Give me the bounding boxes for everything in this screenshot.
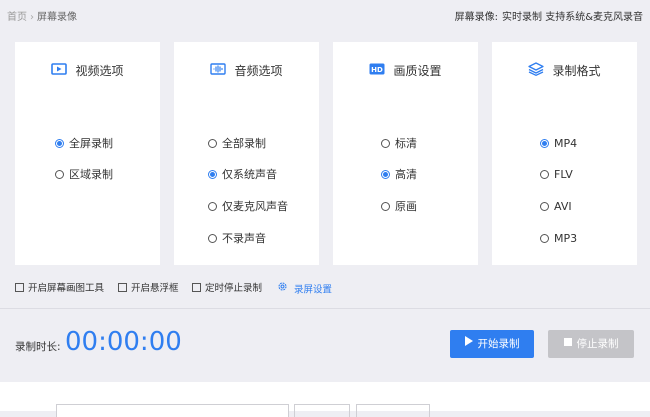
radio-button[interactable] [208,169,217,179]
feature-info-prefix: 屏幕录像: [454,12,499,23]
quality-settings-card: HD 画质设置 标清 高清 原画 [333,42,478,265]
audio-icon [210,63,227,78]
radio-label: 仅系统声音 [222,168,277,181]
start-record-label: 开始录制 [477,338,520,350]
card-header: HD 画质设置 [333,62,478,78]
bottom-panel [0,382,650,417]
checkbox-floating-window[interactable]: 开启悬浮框 [118,282,179,296]
radio-button[interactable] [540,233,549,243]
radio-option[interactable]: 全屏录制 [55,137,113,151]
radio-label: MP3 [554,232,578,245]
checkbox[interactable] [118,283,127,292]
radio-button[interactable] [540,201,549,211]
stop-record-label: 停止录制 [576,338,619,350]
record-settings-link[interactable]: 录屏设置 [277,282,332,298]
radio-label: 原画 [395,200,417,213]
card-title: 录制格式 [552,64,601,78]
radio-label: 仅麦克风声音 [222,200,288,213]
radio-option[interactable]: 全部录制 [208,137,266,151]
radio-label: 全部录制 [222,137,266,150]
audio-options-card: 音频选项 全部录制 仅系统声音 仅麦克风声音 不录声音 [174,42,319,265]
radio-option[interactable]: FLV [540,168,573,182]
radio-option[interactable]: 仅系统声音 [208,168,277,182]
svg-text:HD: HD [372,66,384,74]
checkbox-timed-stop[interactable]: 定时停止录制 [192,282,262,296]
breadcrumb-separator: › [30,12,34,23]
radio-label: 全屏录制 [69,137,113,150]
duration-value: 00:00:00 [65,327,182,357]
radio-button[interactable] [208,233,217,243]
card-title: 视频选项 [75,64,124,78]
radio-label: 高清 [395,168,417,181]
checkbox-label: 开启悬浮框 [131,283,179,294]
radio-button[interactable] [381,201,390,211]
duration-label: 录制时长: [15,341,61,353]
layers-icon [528,62,545,79]
radio-option[interactable]: 不录声音 [208,232,266,246]
options-row: 开启屏幕画图工具 开启悬浮框 定时停止录制 录屏设置 [15,282,645,296]
breadcrumb-current: 屏幕录像 [37,12,77,23]
radio-option[interactable]: AVI [540,200,572,214]
radio-option[interactable]: 标清 [381,137,417,151]
radio-option[interactable]: MP4 [540,137,577,151]
radio-button[interactable] [208,201,217,211]
hd-icon: HD [369,63,385,78]
play-icon [464,329,473,357]
radio-button[interactable] [55,138,64,148]
breadcrumb: 首页 › 屏幕录像 [7,8,77,23]
radio-label: 区域录制 [69,168,113,181]
radio-option[interactable]: 区域录制 [55,168,113,182]
radio-label: MP4 [554,137,578,150]
card-header: 录制格式 [492,62,637,78]
stop-icon [563,329,572,357]
radio-button[interactable] [540,138,549,148]
start-record-button[interactable]: 开始录制 [450,330,534,358]
checkbox-drawing-tool[interactable]: 开启屏幕画图工具 [15,282,104,296]
card-title: 音频选项 [234,64,283,78]
breadcrumb-home[interactable]: 首页 [7,12,27,23]
divider [0,308,650,309]
card-header: 音频选项 [174,62,319,78]
top-bar: 首页 › 屏幕录像 屏幕录像: 实时录制 支持系统&麦克风录音 [0,0,650,28]
radio-label: 不录声音 [222,232,266,245]
gear-icon [277,281,288,297]
radio-option[interactable]: 仅麦克风声音 [208,200,288,214]
record-settings-label: 录屏设置 [294,284,333,296]
video-options-card: 视频选项 全屏录制 区域录制 [15,42,160,265]
radio-label: AVI [554,200,572,213]
radio-option[interactable]: 原画 [381,200,417,214]
record-format-card: 录制格式 MP4 FLV AVI MP3 [492,42,637,265]
video-icon [51,63,68,78]
feature-info: 屏幕录像: 实时录制 支持系统&麦克风录音 [455,8,643,23]
radio-option[interactable]: MP3 [540,232,577,246]
card-header: 视频选项 [15,62,160,78]
feature-info-text: 实时录制 支持系统&麦克风录音 [502,12,643,23]
checkbox-label: 定时停止录制 [205,283,263,294]
radio-option[interactable]: 高清 [381,168,417,182]
radio-button[interactable] [540,169,549,179]
radio-label: FLV [554,168,573,181]
checkbox[interactable] [15,283,24,292]
checkbox-label: 开启屏幕画图工具 [28,283,105,294]
radio-button[interactable] [381,169,390,179]
stop-record-button[interactable]: 停止录制 [548,330,634,358]
radio-button[interactable] [208,138,217,148]
radio-label: 标清 [395,137,417,150]
radio-button[interactable] [55,169,64,179]
card-title: 画质设置 [393,64,442,78]
checkbox[interactable] [192,283,201,292]
radio-button[interactable] [381,138,390,148]
